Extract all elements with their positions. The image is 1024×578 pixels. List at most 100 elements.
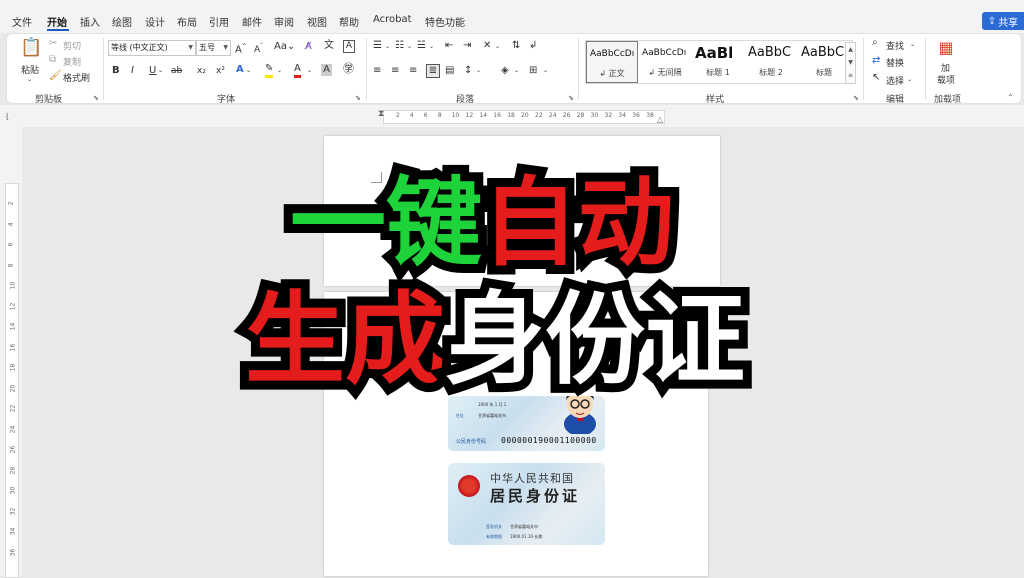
- decrease-indent-icon[interactable]: ⇤: [445, 40, 453, 52]
- show-marks-icon[interactable]: ↲: [529, 40, 537, 52]
- chevron-down-icon[interactable]: ⌄: [158, 65, 163, 77]
- font-name-select[interactable]: 等线 (中文正文) ▼: [108, 40, 196, 56]
- style-heading-2[interactable]: AaBbC 标题 2: [745, 41, 797, 83]
- grow-font-icon[interactable]: A^: [235, 41, 247, 56]
- clipboard-launcher-icon[interactable]: ⬊: [93, 94, 99, 102]
- add-ins-icon[interactable]: ▦: [936, 38, 956, 58]
- align-center-icon[interactable]: ≡: [391, 65, 399, 77]
- highlight-icon[interactable]: ✎: [265, 63, 274, 78]
- collapse-ribbon-icon[interactable]: ⌃: [1007, 92, 1014, 104]
- chevron-down-icon[interactable]: ⌄: [910, 39, 915, 51]
- style-no-spacing[interactable]: AaBbCcDı ↲ 无间隔: [639, 41, 691, 83]
- bullets-icon[interactable]: ☰: [373, 40, 382, 52]
- subscript-button[interactable]: x₂: [197, 65, 206, 77]
- tab-featured[interactable]: 特色功能: [425, 14, 465, 29]
- justify-icon[interactable]: ≣: [426, 64, 440, 78]
- align-left-icon[interactable]: ≡: [373, 65, 381, 77]
- shading-icon[interactable]: ◈: [501, 65, 509, 77]
- tab-home[interactable]: 开始: [47, 14, 67, 29]
- chevron-down-icon[interactable]: ⌄: [277, 65, 282, 77]
- chevron-down-icon[interactable]: ⌄: [307, 65, 312, 77]
- chevron-down-icon[interactable]: ⌄: [429, 41, 434, 53]
- styles-scroll[interactable]: ▲ ▼ ≡: [845, 42, 856, 84]
- cut-label[interactable]: 剪切: [63, 39, 81, 52]
- chevron-down-icon[interactable]: ⌄: [543, 65, 548, 77]
- increase-indent-icon[interactable]: ⇥: [463, 40, 471, 52]
- style-heading-1[interactable]: AaBl 标题 1: [692, 41, 744, 83]
- sort-icon[interactable]: ⇅: [512, 40, 520, 52]
- tab-view[interactable]: 视图: [307, 14, 327, 29]
- borders-icon[interactable]: ⊞: [529, 65, 537, 77]
- tab-references[interactable]: 引用: [209, 14, 229, 29]
- underline-button[interactable]: U: [149, 65, 156, 77]
- tab-insert[interactable]: 插入: [80, 14, 100, 29]
- paragraph-launcher-icon[interactable]: ⬊: [568, 94, 574, 102]
- chevron-down-icon[interactable]: ⌄: [407, 41, 412, 53]
- change-case-icon[interactable]: Aa⌄: [274, 41, 295, 53]
- format-painter-icon[interactable]: 🖌: [49, 70, 62, 82]
- numbering-icon[interactable]: ☷: [395, 40, 404, 52]
- ruler-tick-label: 26: [562, 112, 571, 119]
- style-title[interactable]: AaBbC 标题: [798, 41, 850, 83]
- chevron-down-icon[interactable]: ⌄: [907, 74, 912, 86]
- vertical-ruler[interactable]: 2 4 6 8 10 12 14 16 18 20 22 24 26 28 30 32 34 36: [5, 183, 19, 578]
- chevron-down-icon[interactable]: ▼: [846, 56, 855, 69]
- chevron-down-icon[interactable]: ⌄: [246, 65, 251, 77]
- replace-label[interactable]: 替换: [886, 56, 904, 69]
- multilevel-list-icon[interactable]: ☱: [417, 40, 426, 52]
- chevron-down-icon[interactable]: ⌄: [385, 41, 390, 53]
- line-spacing-icon[interactable]: ↕: [464, 65, 472, 77]
- superscript-button[interactable]: x²: [216, 65, 225, 77]
- tab-design[interactable]: 设计: [145, 14, 165, 29]
- clear-formatting-icon[interactable]: A̸: [305, 41, 312, 53]
- select-label[interactable]: 选择: [886, 74, 904, 87]
- tab-mailings[interactable]: 邮件: [242, 14, 262, 29]
- bold-button[interactable]: B: [112, 65, 120, 77]
- tab-selector-icon[interactable]: ⌊: [6, 111, 9, 123]
- horizontal-ruler[interactable]: 2 4 6 8 10 12 14 16 18 20 22 24 26 28 30 32 34 36 38: [383, 110, 665, 124]
- id-birth: 1900 年 1 月 1: [478, 402, 507, 407]
- select-cursor-icon[interactable]: ↖: [872, 72, 880, 84]
- tab-help[interactable]: 帮助: [339, 14, 359, 29]
- indent-marker-icon[interactable]: ⧗: [378, 108, 384, 120]
- share-button[interactable]: ⇪ 共享: [982, 12, 1024, 30]
- find-label[interactable]: 查找: [886, 39, 904, 52]
- tab-layout[interactable]: 布局: [177, 14, 197, 29]
- tab-acrobat[interactable]: Acrobat: [373, 14, 412, 25]
- chevron-down-icon[interactable]: ⌄: [476, 65, 481, 77]
- tab-file[interactable]: 文件: [12, 14, 32, 29]
- paste-chevron-icon[interactable]: ⌄: [27, 74, 32, 86]
- add-ins-label-line2[interactable]: 载项: [937, 73, 955, 86]
- font-size-select[interactable]: 五号 ▼: [196, 40, 231, 56]
- chinese-layout-icon[interactable]: ✕: [483, 40, 491, 52]
- format-painter-label[interactable]: 格式刷: [63, 71, 90, 84]
- right-indent-marker-icon[interactable]: △: [657, 114, 663, 126]
- character-shading-icon[interactable]: A: [321, 64, 332, 76]
- paste-icon[interactable]: 📋: [20, 38, 42, 58]
- search-icon[interactable]: ⌕: [872, 37, 878, 49]
- group-divider: [863, 38, 864, 100]
- copy-label[interactable]: 复制: [63, 55, 81, 68]
- chevron-up-icon[interactable]: ▲: [846, 43, 855, 56]
- strikethrough-button[interactable]: ab: [171, 65, 182, 77]
- tab-draw[interactable]: 绘图: [112, 14, 132, 29]
- replace-icon[interactable]: ⇄: [872, 55, 880, 67]
- character-border-icon[interactable]: A: [343, 40, 355, 53]
- align-right-icon[interactable]: ≡: [409, 65, 417, 77]
- shrink-font-icon[interactable]: Aˇ: [254, 41, 263, 56]
- enclose-characters-icon[interactable]: ㊫: [343, 63, 354, 75]
- italic-button[interactable]: I: [131, 65, 134, 77]
- font-launcher-icon[interactable]: ⬊: [355, 94, 361, 102]
- chevron-down-icon[interactable]: ⌄: [514, 65, 519, 77]
- style-normal[interactable]: AaBbCcDı ↲ 正文: [586, 41, 638, 83]
- cut-icon[interactable]: ✂: [49, 38, 57, 50]
- styles-launcher-icon[interactable]: ⬊: [853, 94, 859, 102]
- copy-icon[interactable]: ⧉: [49, 54, 56, 66]
- font-color-icon[interactable]: A: [294, 63, 301, 78]
- phonetic-guide-icon[interactable]: 文: [324, 40, 334, 52]
- distributed-icon[interactable]: ▤: [445, 65, 454, 77]
- chevron-down-icon[interactable]: ⌄: [495, 41, 500, 53]
- text-effects-icon[interactable]: A: [236, 64, 244, 76]
- tab-review[interactable]: 审阅: [274, 14, 294, 29]
- more-icon[interactable]: ≡: [846, 69, 855, 82]
